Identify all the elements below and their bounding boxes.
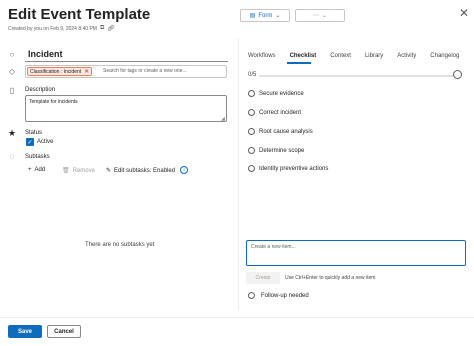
close-icon[interactable]: ✕ bbox=[459, 6, 469, 20]
follow-up-label: Follow-up needed bbox=[261, 292, 309, 299]
tab-activity[interactable]: Activity bbox=[397, 53, 416, 59]
add-subtask-button[interactable]: + Add bbox=[28, 167, 45, 173]
active-label: Active bbox=[37, 139, 54, 145]
create-hint: Use Ctrl+Enter to quickly add a new item bbox=[285, 275, 376, 281]
checklist-item-label: Correct incident bbox=[259, 109, 302, 116]
subtasks-icon: ◌ bbox=[9, 152, 15, 161]
tag-label: Classification : Incident bbox=[30, 68, 82, 75]
status-label: Status bbox=[25, 130, 43, 136]
more-options-button[interactable]: ⋯ ⌄ bbox=[295, 9, 345, 22]
more-icon: ⋯ bbox=[312, 13, 319, 19]
checklist-item[interactable]: Correct incident bbox=[248, 109, 301, 116]
radio-circle[interactable] bbox=[248, 109, 255, 116]
progress-label: 0/5 bbox=[248, 72, 257, 78]
checklist-item[interactable]: Determine scope bbox=[248, 147, 304, 154]
column-divider bbox=[238, 38, 239, 310]
status-circle-icon: ○ bbox=[9, 50, 15, 59]
progress-track bbox=[259, 75, 455, 77]
description-textarea[interactable]: Template for incidents bbox=[25, 95, 227, 122]
follow-up-toggle[interactable]: Follow-up needed bbox=[248, 292, 309, 299]
description-label: Description bbox=[25, 87, 56, 93]
form-icon: ▤ bbox=[249, 13, 256, 19]
form-dropdown-button[interactable]: ▤ Form ⌄ bbox=[240, 9, 290, 22]
checklist-item[interactable]: Identity preventive actions bbox=[248, 165, 328, 172]
created-text: Created by you on Feb 9, 2024 8:40 PM bbox=[8, 25, 97, 32]
save-button[interactable]: Save bbox=[8, 325, 42, 338]
active-checkbox[interactable]: ✓ bbox=[26, 138, 34, 146]
star-icon: ★ bbox=[7, 128, 17, 138]
progress-complete-icon bbox=[453, 70, 462, 79]
radio-circle[interactable] bbox=[248, 128, 255, 135]
tab-changelog[interactable]: Changelog bbox=[430, 53, 459, 59]
resize-handle-icon[interactable]: ◢ bbox=[221, 116, 225, 122]
checklist-item-label: Determine scope bbox=[259, 147, 305, 154]
edit-subtasks-label: Edit subtasks: Enabled bbox=[114, 167, 176, 174]
copy-icon[interactable]: ⧉ bbox=[100, 25, 104, 32]
subtasks-label: Subtasks bbox=[25, 154, 50, 160]
checklist-item-label: Secure evidence bbox=[259, 90, 304, 97]
created-info: Created by you on Feb 9, 2024 8:40 PM ⧉ … bbox=[8, 25, 115, 32]
radio-circle[interactable] bbox=[248, 147, 255, 154]
empty-subtasks-text: There are no subtasks yet bbox=[85, 242, 155, 248]
plus-icon: + bbox=[28, 167, 32, 173]
radio-circle[interactable] bbox=[248, 90, 255, 97]
tab-bar: Workflows Checklist Context Library Acti… bbox=[248, 53, 473, 59]
active-tab-indicator bbox=[287, 62, 311, 64]
radio-circle[interactable] bbox=[248, 292, 255, 299]
chevron-down-icon: ⌄ bbox=[321, 13, 328, 19]
name-underline bbox=[25, 61, 228, 62]
remove-subtask-button[interactable]: 🗑︎ Remove bbox=[62, 167, 95, 175]
form-label: Form bbox=[258, 12, 273, 19]
tag-chip[interactable]: Classification : Incident ✕ bbox=[27, 67, 93, 76]
chevron-down-icon: ⌄ bbox=[275, 13, 281, 19]
checklist-item-label: Root cause analysis bbox=[259, 128, 313, 135]
info-icon[interactable]: i bbox=[180, 166, 188, 174]
document-icon: ▯ bbox=[9, 86, 15, 95]
page-title: Edit Event Template bbox=[8, 6, 151, 23]
checklist-item-label: Identity preventive actions bbox=[259, 165, 329, 172]
tab-library[interactable]: Library bbox=[365, 53, 383, 59]
remove-tag-icon[interactable]: ✕ bbox=[84, 68, 89, 75]
tab-context[interactable]: Context bbox=[330, 53, 351, 59]
checklist-item[interactable]: Root cause analysis bbox=[248, 128, 313, 135]
cancel-button[interactable]: Cancel bbox=[47, 325, 81, 338]
remove-label: Remove bbox=[72, 167, 95, 174]
edit-icon: ✎ bbox=[106, 168, 112, 174]
tag-icon: ◇ bbox=[8, 67, 16, 76]
create-button[interactable]: Create bbox=[246, 272, 280, 284]
tab-workflows[interactable]: Workflows bbox=[248, 53, 276, 59]
checklist-item[interactable]: Secure evidence bbox=[248, 90, 304, 97]
tab-checklist[interactable]: Checklist bbox=[290, 53, 317, 59]
radio-circle[interactable] bbox=[248, 165, 255, 172]
link-icon[interactable]: 🔗︎ bbox=[107, 25, 115, 32]
footer-divider bbox=[0, 317, 474, 318]
name-field[interactable]: Incident bbox=[28, 49, 63, 59]
trash-icon: 🗑︎ bbox=[62, 168, 70, 174]
add-label: Add bbox=[34, 167, 46, 173]
edit-subtasks-button[interactable]: ✎ Edit subtasks: Enabled bbox=[106, 167, 176, 175]
tag-search-input[interactable]: Search for tags or create a new one... bbox=[103, 68, 187, 74]
new-item-input[interactable]: Create a new item... bbox=[246, 240, 466, 266]
